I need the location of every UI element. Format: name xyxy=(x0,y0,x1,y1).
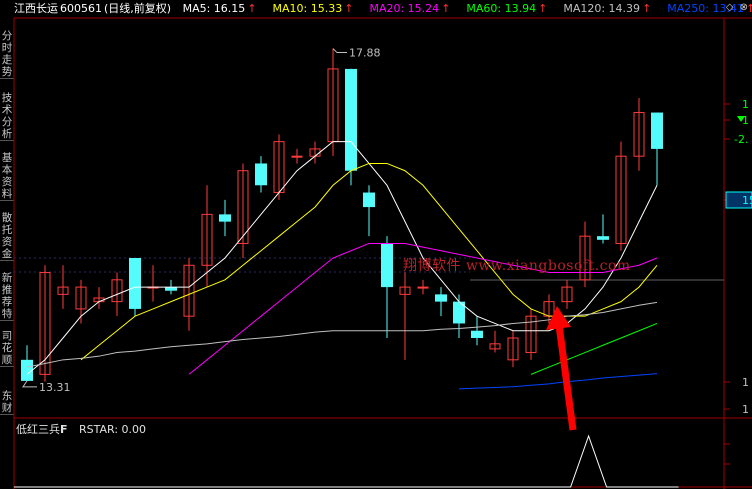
axis-label: 1 xyxy=(742,114,749,127)
ma-line xyxy=(458,373,658,390)
candle-body xyxy=(597,236,609,240)
candle-body xyxy=(219,214,231,222)
candle-body xyxy=(363,192,375,208)
indicator-value: RSTAR: 0.00 xyxy=(79,423,147,436)
rstar-line xyxy=(14,434,679,488)
candle-body xyxy=(291,155,303,158)
indicator-title: 低红三兵F RSTAR: 0.00 xyxy=(16,421,146,437)
indicator-flag: F xyxy=(60,423,68,436)
candle-body xyxy=(345,68,357,171)
watermark: 翔博软件 www.xiangbosoft.com xyxy=(403,258,631,274)
candle-body xyxy=(381,243,393,288)
price-chart[interactable]: 17.88 13.31 1 1 -2. 15.6 1 1 xyxy=(0,0,752,489)
axis-label: 1 xyxy=(742,403,749,416)
candle-body xyxy=(435,294,447,302)
ma-line xyxy=(530,322,658,375)
signal-arrow-head xyxy=(546,306,571,330)
low-marker xyxy=(22,380,37,388)
signal-arrow-shaft xyxy=(555,324,577,431)
candle-body xyxy=(651,112,663,149)
axis-label: 1 xyxy=(742,98,749,111)
axis-label: -2. xyxy=(734,133,748,146)
axis-label: 1 xyxy=(742,376,749,389)
indicator-name: 低红三兵 xyxy=(16,423,60,436)
candle-body xyxy=(129,258,141,309)
high-label: 17.88 xyxy=(349,47,381,60)
axis-label: 15.6 xyxy=(742,194,752,207)
candle-body xyxy=(417,286,429,289)
low-label: 13.31 xyxy=(39,381,71,394)
candle-body xyxy=(255,163,267,186)
high-marker xyxy=(332,48,347,54)
candle-body xyxy=(471,330,483,338)
candle-body xyxy=(165,287,177,291)
